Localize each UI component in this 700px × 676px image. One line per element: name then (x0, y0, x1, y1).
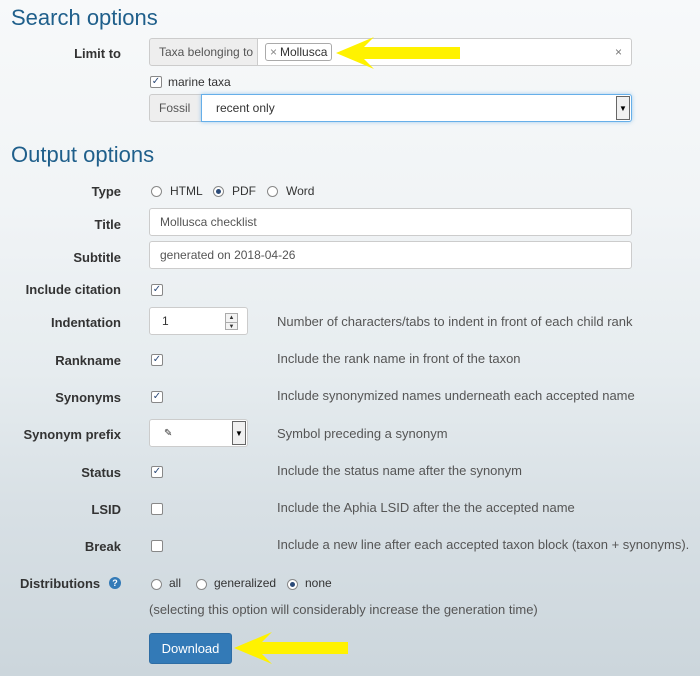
check-icon: ✓ (152, 466, 162, 477)
download-button[interactable]: Download (149, 633, 232, 664)
fossil-select[interactable]: recent only ▼ (201, 94, 632, 122)
subtitle-input[interactable]: generated on 2018-04-26 (149, 241, 632, 269)
type-radio-html[interactable] (151, 186, 162, 197)
break-help: Include a new line after each accepted t… (277, 537, 690, 552)
type-option-word: Word (286, 184, 315, 198)
title-label: Title (94, 217, 122, 232)
status-help: Include the status name after the synony… (277, 463, 522, 478)
rankname-help: Include the rank name in front of the ta… (277, 351, 521, 366)
distributions-label: Distributions (20, 576, 101, 591)
tag-label: Mollusca (280, 45, 328, 59)
break-checkbox[interactable] (151, 540, 163, 552)
fossil-select-value: recent only (216, 101, 275, 115)
stepper-down-icon[interactable]: ▼ (226, 323, 237, 331)
fossil-addon: Fossil (149, 94, 202, 122)
taxa-tag-mollusca: × Mollusca (265, 43, 333, 61)
dist-option-generalized: generalized (214, 576, 277, 590)
stepper-up-icon[interactable]: ▲ (226, 314, 237, 323)
type-option-html: HTML (170, 184, 203, 198)
indentation-stepper[interactable]: ▲ ▼ (225, 313, 238, 330)
indentation-help: Number of characters/tabs to indent in f… (277, 314, 633, 329)
output-options-heading: Output options (11, 142, 155, 167)
check-icon: ✓ (152, 284, 162, 295)
limit-to-label: Limit to (74, 46, 121, 61)
indentation-label: Indentation (50, 315, 121, 330)
chevron-down-icon: ▼ (616, 96, 630, 120)
synonym-prefix-select[interactable]: ✎ ▼ (149, 419, 248, 447)
citation-checkbox[interactable]: ✓ (151, 284, 163, 296)
synonym-prefix-label: Synonym prefix (23, 427, 121, 442)
subtitle-input-value: generated on 2018-04-26 (160, 248, 296, 262)
check-icon: ✓ (152, 391, 162, 402)
dist-option-none: none (305, 576, 332, 590)
annotation-arrow-icon (234, 632, 348, 664)
synonyms-help: Include synonymized names underneath eac… (277, 388, 635, 403)
type-option-pdf: PDF (232, 184, 256, 198)
check-icon: ✓ (151, 76, 161, 87)
subtitle-label: Subtitle (73, 250, 121, 265)
title-input[interactable]: Mollusca checklist (149, 208, 632, 236)
type-radio-word[interactable] (267, 186, 278, 197)
help-icon[interactable]: ? (109, 577, 121, 589)
tag-remove-icon[interactable]: × (270, 45, 277, 59)
clear-icon[interactable]: × (615, 45, 622, 59)
chevron-down-icon: ▼ (232, 421, 246, 445)
distributions-note: (selecting this option will considerably… (149, 602, 538, 617)
indentation-input[interactable]: 1 ▲ ▼ (149, 307, 248, 335)
rankname-label: Rankname (55, 353, 121, 368)
lsid-label: LSID (91, 502, 121, 517)
dist-radio-generalized[interactable] (196, 579, 207, 590)
marine-checkbox[interactable]: ✓ (150, 76, 162, 88)
type-radio-pdf[interactable] (213, 186, 224, 197)
indentation-value: 1 (162, 314, 169, 328)
check-icon: ✓ (152, 354, 162, 365)
search-options-heading: Search options (11, 5, 158, 30)
rankname-checkbox[interactable]: ✓ (151, 354, 163, 366)
status-label: Status (81, 465, 121, 480)
citation-label: Include citation (25, 282, 121, 297)
marine-label: marine taxa (168, 75, 231, 89)
synonyms-label: Synonyms (55, 390, 121, 405)
dist-radio-none[interactable] (287, 579, 298, 590)
status-checkbox[interactable]: ✓ (151, 466, 163, 478)
dist-option-all: all (169, 576, 182, 590)
lsid-checkbox[interactable] (151, 503, 163, 515)
synonym-prefix-help: Symbol preceding a synonym (277, 426, 448, 441)
break-label: Break (84, 539, 121, 554)
annotation-arrow-icon (336, 37, 460, 69)
pencil-icon: ✎ (164, 427, 173, 439)
dist-radio-all[interactable] (151, 579, 162, 590)
lsid-help: Include the Aphia LSID after the the acc… (277, 500, 575, 515)
taxa-belonging-addon: Taxa belonging to (149, 38, 258, 66)
title-input-value: Mollusca checklist (160, 215, 257, 229)
synonyms-checkbox[interactable]: ✓ (151, 391, 163, 403)
type-label: Type (91, 184, 121, 199)
